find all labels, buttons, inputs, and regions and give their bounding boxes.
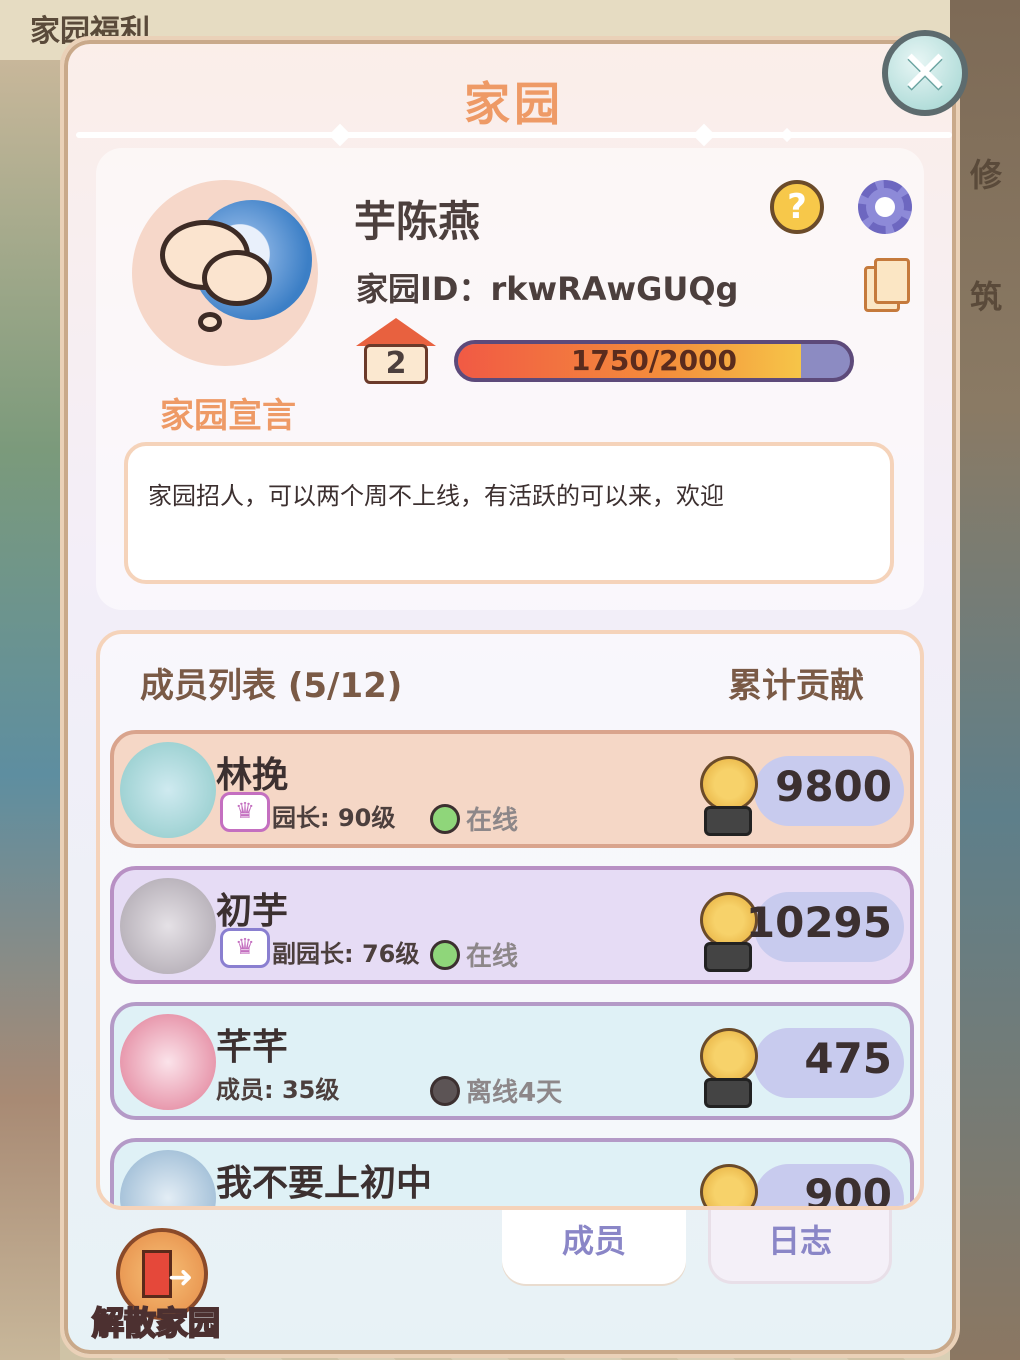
member-contribution: 10295: [745, 898, 892, 947]
cloud-icon: [202, 250, 272, 306]
disband-label[interactable]: 解散家园: [91, 1298, 221, 1344]
manifesto-label: 家园宣言: [160, 396, 296, 436]
home-avatar[interactable]: [132, 180, 318, 366]
member-name: 初芋: [216, 891, 289, 932]
side-label-repair[interactable]: 修: [970, 150, 1002, 196]
cloud-icon: [198, 312, 222, 332]
member-name: 林挽: [216, 755, 289, 796]
tab-members[interactable]: 成员: [502, 1210, 686, 1284]
close-x-icon: ✕: [899, 38, 951, 108]
member-name: 芊芊: [216, 1027, 289, 1068]
online-status-icon: [430, 804, 460, 834]
member-status: 在线: [466, 942, 519, 972]
member-avatar[interactable]: [120, 1150, 216, 1206]
game-world-right: [950, 0, 1020, 1360]
member-row[interactable]: 林挽 园长: 90级 在线 9800: [110, 730, 914, 848]
panel-title: 家园: [464, 77, 564, 131]
side-label-build[interactable]: 筑: [970, 272, 1002, 318]
copy-id-button[interactable]: [864, 258, 910, 314]
member-avatar[interactable]: [120, 742, 216, 838]
leader-crown-icon: [220, 792, 270, 832]
exp-progress-bar: 1750/2000: [454, 340, 854, 382]
vice-leader-crown-icon: [220, 928, 270, 968]
online-status-icon: [430, 940, 460, 970]
house-roof-icon: [356, 318, 436, 346]
close-button[interactable]: ✕: [882, 30, 968, 116]
copy-icon: [874, 258, 910, 304]
contribution-header: 累计贡献: [728, 666, 864, 706]
member-role: 副园长: 76级: [272, 940, 420, 968]
title-divider: [76, 132, 952, 138]
member-role: 园长: 90级: [272, 804, 396, 832]
member-avatar[interactable]: [120, 878, 216, 974]
member-status: 离线4天: [466, 1078, 563, 1108]
member-contribution: 9800: [775, 762, 892, 811]
exit-arrow-icon: ➜: [168, 1260, 194, 1295]
manifesto-text[interactable]: 家园招人，可以两个周不上线，有活跃的可以来，欢迎: [124, 442, 894, 584]
member-row[interactable]: 芊芊 成员: 35级 离线4天 475: [110, 1002, 914, 1120]
offline-status-icon: [430, 1076, 460, 1106]
tab-log[interactable]: 日志: [708, 1210, 892, 1284]
home-owner-name: 芋陈燕: [354, 197, 481, 246]
help-button[interactable]: ?: [770, 180, 824, 234]
member-list-header: 成员列表 (5/12): [140, 666, 403, 706]
member-avatar[interactable]: [120, 1014, 216, 1110]
game-world-left: [0, 60, 60, 1360]
member-contribution: 900: [804, 1170, 892, 1210]
member-row[interactable]: 我不要上初中 900: [110, 1138, 914, 1210]
member-name: 我不要上初中: [216, 1163, 433, 1204]
home-id: 家园ID：rkwRAwGUQg: [356, 270, 739, 308]
home-level: 2: [364, 344, 428, 384]
member-row[interactable]: 初芋 副园长: 76级 在线 10295: [110, 866, 914, 984]
exp-progress-text: 1750/2000: [570, 344, 738, 377]
settings-gear-icon[interactable]: [858, 180, 912, 234]
member-contribution: 475: [804, 1034, 892, 1083]
home-level-badge: 2: [356, 318, 436, 384]
member-list[interactable]: 成员列表 (5/12) 累计贡献 林挽 园长: 90级 在线 9800 初芋 副…: [96, 630, 924, 1210]
member-status: 在线: [466, 806, 519, 836]
member-role: 成员: 35级: [216, 1076, 340, 1104]
